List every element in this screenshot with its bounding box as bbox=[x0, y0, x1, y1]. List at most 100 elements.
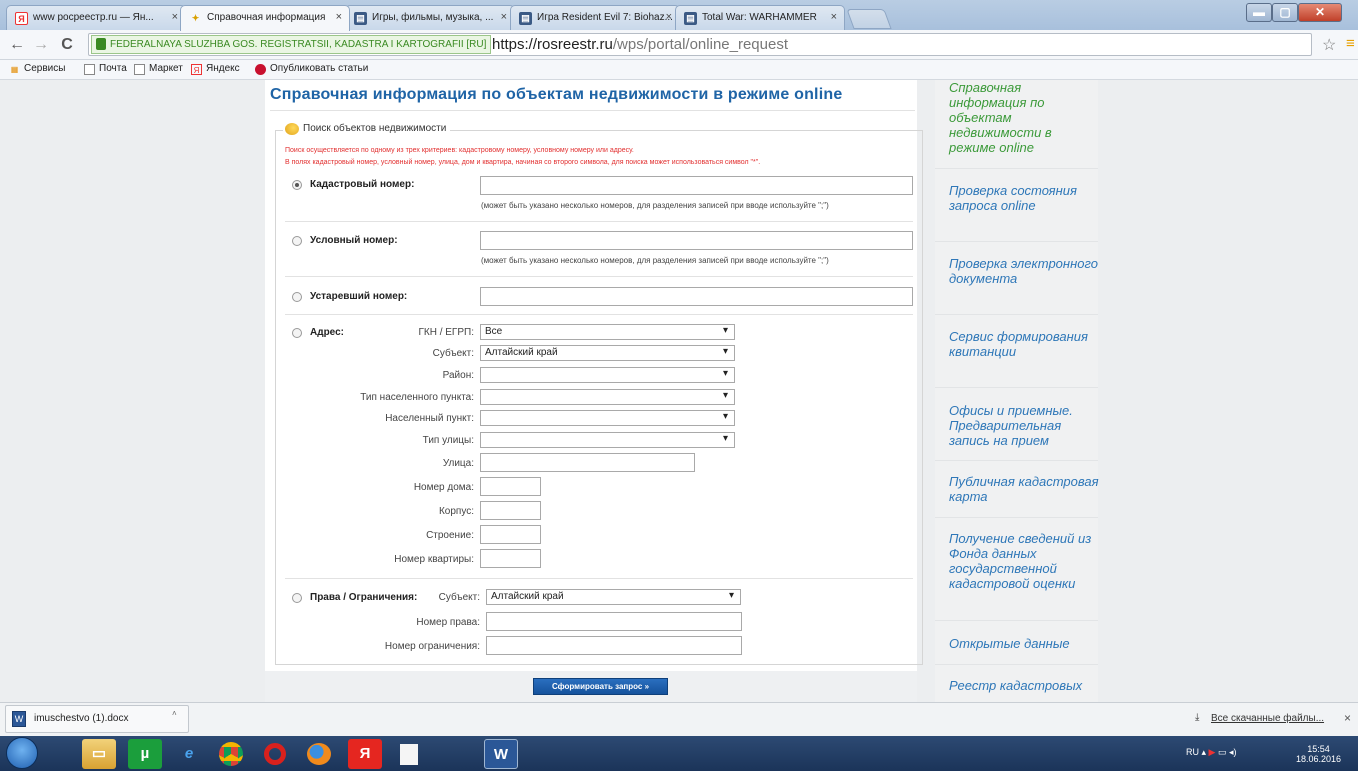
close-icon[interactable]: × bbox=[336, 11, 342, 23]
cadastral-label: Кадастровый номер: bbox=[310, 179, 415, 190]
star-icon[interactable]: ☆ bbox=[1322, 35, 1336, 55]
structure-label: Строение: bbox=[426, 530, 474, 541]
yandex-icon: Я bbox=[15, 12, 28, 25]
restriction-number-input[interactable] bbox=[486, 636, 742, 655]
tab-yandex-search[interactable]: Яwww росреестр.ru — Ян... × bbox=[6, 5, 186, 30]
firefox-icon[interactable] bbox=[302, 739, 336, 769]
chevron-up-icon[interactable]: ˄ bbox=[172, 709, 177, 718]
yandex-browser-icon[interactable]: Я bbox=[348, 739, 382, 769]
clock[interactable]: 15:54 18.06.2016 bbox=[1296, 744, 1341, 764]
sidebar-item-receipt-service[interactable]: Сервис формирования квитанции bbox=[949, 329, 1099, 359]
divider bbox=[935, 314, 1098, 315]
sidebar-item-request-status[interactable]: Проверка состояния запроса online bbox=[949, 183, 1099, 213]
bookmark-market[interactable]: Маркет bbox=[134, 63, 183, 75]
rights-subject-value: Алтайский край bbox=[491, 591, 564, 602]
divider bbox=[935, 620, 1098, 621]
apartment-input[interactable] bbox=[480, 549, 541, 568]
bookmark-label: Яндекс bbox=[206, 63, 240, 74]
back-icon[interactable]: ← bbox=[8, 36, 26, 54]
sidebar-item-valuation-fund[interactable]: Получение сведений из Фонда данных госуд… bbox=[949, 531, 1099, 591]
start-button[interactable] bbox=[6, 737, 38, 769]
right-number-input[interactable] bbox=[486, 612, 742, 631]
reload-icon[interactable]: C bbox=[58, 36, 76, 54]
tab-label: Игры, фильмы, музыка, ... bbox=[372, 12, 494, 23]
tab-games-films[interactable]: ▤ Игры, фильмы, музыка, ... × bbox=[345, 5, 515, 30]
obsolete-label: Устаревший номер: bbox=[310, 291, 408, 302]
obsolete-radio[interactable] bbox=[292, 292, 302, 302]
download-icon: ⤓ bbox=[1195, 712, 1200, 723]
obsolete-number-input[interactable] bbox=[480, 287, 913, 306]
downloads-bar bbox=[0, 702, 1358, 736]
maximize-button[interactable]: ▢ bbox=[1272, 3, 1298, 22]
bookmark-publish[interactable]: Опубликовать статьи bbox=[255, 63, 368, 75]
new-tab-button[interactable] bbox=[846, 9, 892, 29]
district-select[interactable] bbox=[480, 367, 735, 383]
sidebar-item-public-map[interactable]: Публичная кадастровая карта bbox=[949, 474, 1099, 504]
submit-request-button[interactable]: Сформировать запрос » bbox=[533, 678, 668, 695]
bookmark-mail[interactable]: Почта bbox=[84, 63, 127, 75]
secure-badge[interactable]: FEDERALNAYA SLUZHBA GOS. REGISTRATSII, K… bbox=[91, 35, 492, 54]
rights-radio[interactable] bbox=[292, 593, 302, 603]
language-indicator[interactable]: RU bbox=[1186, 747, 1199, 757]
settlement-label: Населенный пункт: bbox=[385, 413, 474, 424]
street-type-select[interactable] bbox=[480, 432, 735, 448]
wildcard-note: В полях кадастровый номер, условный номе… bbox=[285, 159, 761, 166]
opera-icon[interactable] bbox=[258, 739, 292, 769]
building-label: Корпус: bbox=[438, 506, 474, 517]
page-title: Справочная информация по объектам недвиж… bbox=[270, 86, 843, 103]
volume-icon[interactable]: ◂) bbox=[1229, 747, 1237, 757]
menu-icon[interactable]: ≡ bbox=[1346, 35, 1355, 52]
close-icon[interactable]: × bbox=[501, 11, 507, 23]
forward-icon[interactable]: → bbox=[32, 36, 50, 54]
sidebar-item-cadastral-registry[interactable]: Реестр кадастровых bbox=[949, 678, 1099, 702]
cadastral-number-input[interactable] bbox=[480, 176, 913, 195]
tab-reference-info[interactable]: ✦ Справочная информация × bbox=[180, 5, 350, 31]
conditional-number-input[interactable] bbox=[480, 231, 913, 250]
close-downloads-icon[interactable]: × bbox=[1344, 711, 1351, 725]
word-taskbar-icon[interactable]: W bbox=[484, 739, 518, 769]
bookmark-services[interactable]: ▦ Сервисы bbox=[9, 63, 66, 74]
tray-arrow-icon[interactable]: ▴ bbox=[1199, 747, 1209, 757]
window-close-button[interactable]: ✕ bbox=[1298, 3, 1342, 22]
subject-select[interactable]: Алтайский край bbox=[480, 345, 735, 361]
explorer-icon[interactable]: ▭ bbox=[82, 739, 116, 769]
show-all-downloads-link[interactable]: ⤓ Все скачанные файлы... bbox=[1195, 712, 1325, 724]
legend-label: Поиск объектов недвижимости bbox=[303, 123, 447, 134]
tab-resident-evil[interactable]: ▤ Игра Resident Evil 7: Biohaz... × bbox=[510, 5, 680, 30]
gkn-select[interactable]: Все bbox=[480, 324, 735, 340]
page-glyph bbox=[400, 744, 418, 765]
utorrent-icon[interactable]: µ bbox=[128, 739, 162, 769]
notepad-icon[interactable] bbox=[392, 739, 426, 769]
right-number-label: Номер права: bbox=[416, 617, 480, 628]
rights-label: Права / Ограничения: bbox=[310, 592, 418, 603]
tab-total-war[interactable]: ▤ Total War: WARHAMMER × bbox=[675, 5, 845, 30]
street-type-label: Тип улицы: bbox=[422, 435, 474, 446]
bookmark-label: Почта bbox=[99, 63, 127, 74]
sidebar-item-open-data[interactable]: Открытые данные bbox=[949, 636, 1099, 651]
cadastral-radio[interactable] bbox=[292, 180, 302, 190]
close-icon[interactable]: × bbox=[831, 11, 837, 23]
page-icon bbox=[84, 64, 95, 75]
minimize-button[interactable]: ▬ bbox=[1246, 3, 1272, 22]
chrome-icon[interactable] bbox=[214, 739, 248, 769]
close-icon[interactable]: × bbox=[172, 11, 178, 23]
settlement-type-select[interactable] bbox=[480, 389, 735, 405]
settlement-select[interactable] bbox=[480, 410, 735, 426]
conditional-radio[interactable] bbox=[292, 236, 302, 246]
structure-input[interactable] bbox=[480, 525, 541, 544]
street-input[interactable] bbox=[480, 453, 695, 472]
show-all-label: Все скачанные файлы... bbox=[1211, 713, 1325, 724]
sidebar-item-check-document[interactable]: Проверка электронного документа bbox=[949, 256, 1099, 286]
network-icon[interactable]: ▭ bbox=[1215, 747, 1229, 757]
rights-subject-select[interactable]: Алтайский край bbox=[486, 589, 741, 605]
address-radio[interactable] bbox=[292, 328, 302, 338]
divider bbox=[935, 517, 1098, 518]
building-input[interactable] bbox=[480, 501, 541, 520]
close-icon[interactable]: × bbox=[666, 11, 672, 23]
house-label: Номер дома: bbox=[413, 482, 474, 493]
ie-icon[interactable]: e bbox=[172, 739, 206, 769]
sidebar-item-reference-info[interactable]: Справочная информация по объектам недвиж… bbox=[949, 80, 1099, 155]
sidebar-item-offices[interactable]: Офисы и приемные. Предварительная запись… bbox=[949, 403, 1099, 448]
house-input[interactable] bbox=[480, 477, 541, 496]
bookmark-yandex[interactable]: Я Яндекс bbox=[191, 63, 240, 75]
